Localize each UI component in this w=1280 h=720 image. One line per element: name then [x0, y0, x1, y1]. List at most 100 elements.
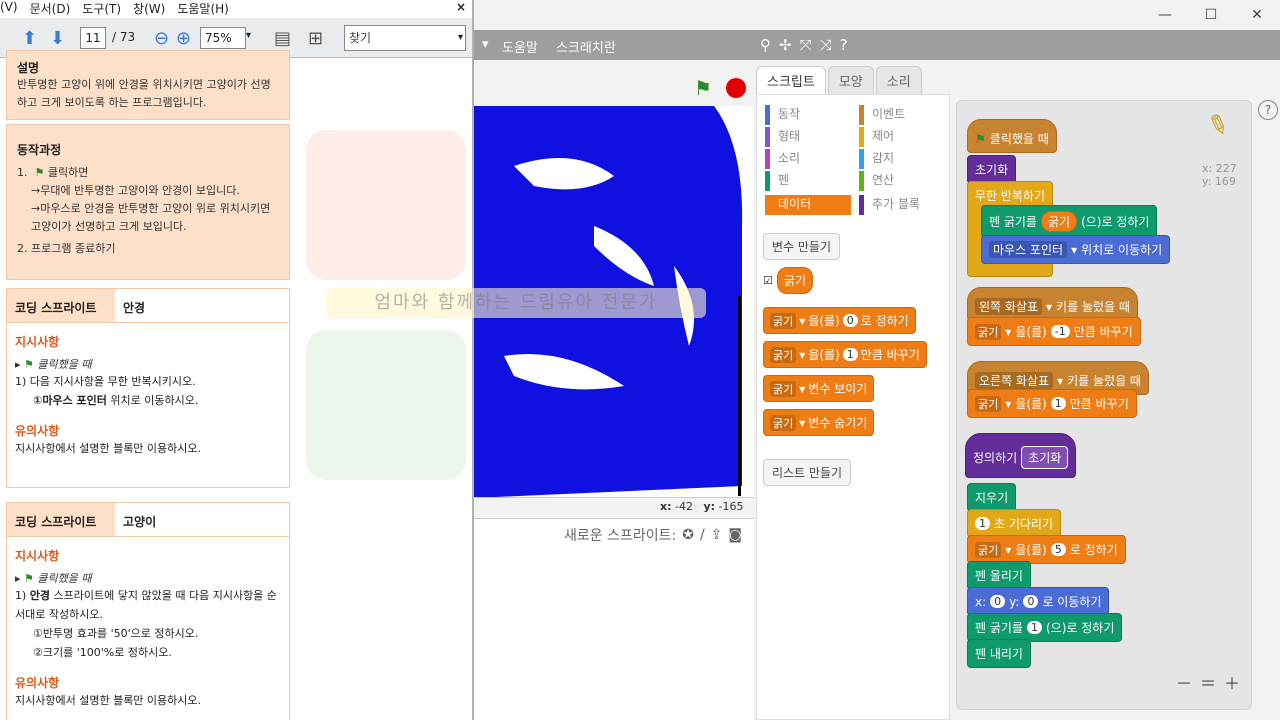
- zoom-select[interactable]: 75%: [200, 27, 246, 49]
- menu-window[interactable]: 창(W): [133, 0, 165, 18]
- pdf-close-button[interactable]: ×: [456, 0, 466, 14]
- green-flag-icon[interactable]: ⚑: [694, 76, 712, 100]
- category-motion[interactable]: 동작: [765, 105, 851, 125]
- process-step-1b: →마우스로 안경을 반투명한 고양이 위로 위치시키면 고양이가 선명하고 크게…: [31, 202, 271, 233]
- hide-variable-block[interactable]: 굵기 ▾ 변수 숨기기: [763, 409, 875, 436]
- card-sprite-name: 고양이: [123, 515, 157, 529]
- category-pen[interactable]: 펜: [765, 171, 851, 191]
- zoom-dropdown-icon[interactable]: ▾: [246, 30, 251, 41]
- left-key-hat-block[interactable]: 왼쪽 화살표 ▾ 키를 눌렀을 때: [967, 287, 1138, 321]
- tab-costumes[interactable]: 모양: [827, 66, 874, 94]
- script-area[interactable]: ⚑ 클릭했을 때 초기화 무한 반복하기 펜 굵기를 굵기 (으)로 정하기 마우스 …: [956, 100, 1252, 710]
- category-data[interactable]: 데이터: [765, 195, 851, 215]
- stage-canvas[interactable]: [474, 106, 754, 498]
- find-dropdown-icon[interactable]: ▾: [458, 32, 463, 43]
- menu-document[interactable]: 문서(D): [30, 0, 71, 18]
- process-step-2: 2. 프로그램 종료하기: [17, 242, 116, 255]
- category-sound[interactable]: 소리: [765, 149, 851, 169]
- next-page-icon[interactable]: ⬇: [50, 28, 65, 49]
- find-input[interactable]: 찾기: [344, 25, 466, 51]
- card-label: 코딩 스프라이트: [7, 503, 115, 536]
- menu-about[interactable]: 스크래치란: [556, 37, 616, 56]
- sprite-library-icon[interactable]: ✪: [682, 527, 694, 543]
- stamp-icon[interactable]: ⚲: [760, 36, 771, 54]
- category-operators[interactable]: 연산: [859, 171, 945, 191]
- shrink-icon[interactable]: ⤨: [820, 36, 832, 54]
- menu-view[interactable]: (V): [0, 0, 18, 18]
- zoom-in-icon[interactable]: ⊕: [176, 28, 191, 49]
- change-size-minus-block[interactable]: 굵기 ▾ 을(를) -1 만큼 바꾸기: [967, 317, 1141, 346]
- tab-sounds[interactable]: 소리: [875, 66, 922, 94]
- upload-icon[interactable]: ⇪: [711, 527, 723, 543]
- window-controls: — ☐ ✕: [1142, 0, 1280, 30]
- clear-block[interactable]: 지우기: [967, 483, 1017, 512]
- tab-scripts[interactable]: 스크립트: [756, 66, 826, 94]
- category-events[interactable]: 이벤트: [859, 105, 945, 125]
- instruction-step-1b: ②크기를 '100'%로 정하시오.: [33, 646, 172, 659]
- caution-title: 유의사항: [15, 676, 60, 690]
- change-size-plus-block[interactable]: 굵기 ▾ 을(를) 1 만큼 바꾸기: [967, 389, 1137, 418]
- help-icon[interactable]: ?: [840, 36, 848, 54]
- close-button[interactable]: ✕: [1234, 0, 1280, 30]
- stop-icon[interactable]: [726, 78, 746, 98]
- set-variable-block[interactable]: 굵기 ▾ 을(를) 0 로 정하기: [763, 307, 916, 334]
- paint-icon[interactable]: /: [700, 527, 705, 543]
- zoom-out-icon[interactable]: ⊖: [154, 28, 169, 49]
- stage-drawing: [474, 106, 743, 497]
- question-icon[interactable]: ?: [1258, 100, 1278, 120]
- fit-width-icon[interactable]: ▤: [274, 28, 291, 49]
- minimize-button[interactable]: —: [1142, 0, 1188, 30]
- zoom-out-icon[interactable]: －: [1176, 670, 1192, 694]
- fit-page-icon[interactable]: ⊞: [308, 28, 323, 49]
- category-looks[interactable]: 형태: [765, 127, 851, 147]
- process-step-1: 1. ⚑ 클릭하면: [17, 166, 89, 179]
- instructions-title: 지시사항: [15, 549, 60, 563]
- category-control[interactable]: 제어: [859, 127, 945, 147]
- flag-line: ▸ ⚑ 클릭했을 때: [15, 572, 92, 585]
- change-variable-block[interactable]: 굵기 ▾ 을(를) 1 만큼 바꾸기: [763, 341, 927, 368]
- previous-page-icon[interactable]: ⬆: [22, 28, 37, 49]
- menu-help[interactable]: 도움말(H): [177, 0, 229, 18]
- caution-title: 유의사항: [15, 424, 60, 438]
- stage-controls: ⚑: [474, 66, 754, 106]
- set-size-block[interactable]: 굵기 ▾ 을(를) 5 로 정하기: [967, 535, 1126, 564]
- camera-icon[interactable]: ◙: [728, 527, 742, 543]
- pen-down-block[interactable]: 펜 내리기: [967, 639, 1031, 668]
- goto-xy-block[interactable]: x: 0 y: 0 로 이동하기: [967, 587, 1110, 616]
- sprite-position: x: 227 y: 169: [1202, 162, 1237, 188]
- pen-up-block[interactable]: 펜 올리기: [967, 561, 1031, 590]
- variable-checkbox[interactable]: ☑: [763, 274, 773, 287]
- grow-icon[interactable]: ⤧: [800, 36, 812, 54]
- wait-block[interactable]: 1초 기다리기: [967, 509, 1062, 538]
- goto-mouse-block[interactable]: 마우스 포인터 ▾ 위치로 이동하기: [981, 235, 1171, 264]
- define-init-block[interactable]: 정의하기 초기화: [965, 433, 1077, 478]
- intro-box: 설명 반투명한 고양이 위에 안경을 위치시키면 고양이가 선명하고 크게 보이…: [6, 50, 290, 120]
- zoom-in-icon[interactable]: ＋: [1224, 670, 1240, 694]
- make-list-button[interactable]: 리스트 만들기: [763, 459, 852, 486]
- category-more-blocks[interactable]: 추가 블록: [859, 195, 945, 215]
- process-title: 동작과정: [17, 143, 62, 157]
- page-number-input[interactable]: 11: [80, 27, 106, 49]
- cut-icon[interactable]: ✢: [779, 36, 792, 54]
- menu-tools[interactable]: 도구(T): [82, 0, 121, 18]
- card-header: 코딩 스프라이트 안경: [7, 289, 289, 323]
- set-pen-size-block[interactable]: 펜 굵기를 굵기 (으)로 정하기: [981, 205, 1158, 238]
- make-variable-button[interactable]: 변수 만들기: [763, 233, 841, 260]
- category-sensing[interactable]: 감지: [859, 149, 945, 169]
- variable-reporter[interactable]: 굵기: [776, 267, 813, 294]
- init-call-block[interactable]: 초기화: [967, 155, 1017, 184]
- zoom-reset-icon[interactable]: ＝: [1200, 670, 1216, 694]
- instructions-title: 지시사항: [15, 335, 60, 349]
- sprite-pane: 새로운 스프라이트: ✪ / ⇪ ◙: [474, 518, 754, 720]
- menu-help[interactable]: 도움말: [502, 37, 538, 56]
- when-flag-clicked-block[interactable]: ⚑ 클릭했을 때: [967, 119, 1057, 153]
- green-flag-icon: ⚑: [24, 572, 34, 585]
- maximize-button[interactable]: ☐: [1188, 0, 1234, 30]
- coding-card-cat: 코딩 스프라이트 고양이 지시사항 ▸ ⚑ 클릭했을 때 1) 안경 스프라이트…: [6, 502, 290, 720]
- set-pen-size-1-block[interactable]: 펜 굵기를 1 (으)로 정하기: [967, 613, 1123, 642]
- menu-arrow[interactable]: ▾: [482, 37, 489, 52]
- page-total: / 73: [112, 30, 136, 44]
- instruction-step-1a: ①마우스 포인터 위치로 이동하시오.: [33, 394, 199, 407]
- show-variable-block[interactable]: 굵기 ▾ 변수 보이기: [763, 375, 875, 402]
- variable-row: ☑ 굵기: [763, 267, 813, 294]
